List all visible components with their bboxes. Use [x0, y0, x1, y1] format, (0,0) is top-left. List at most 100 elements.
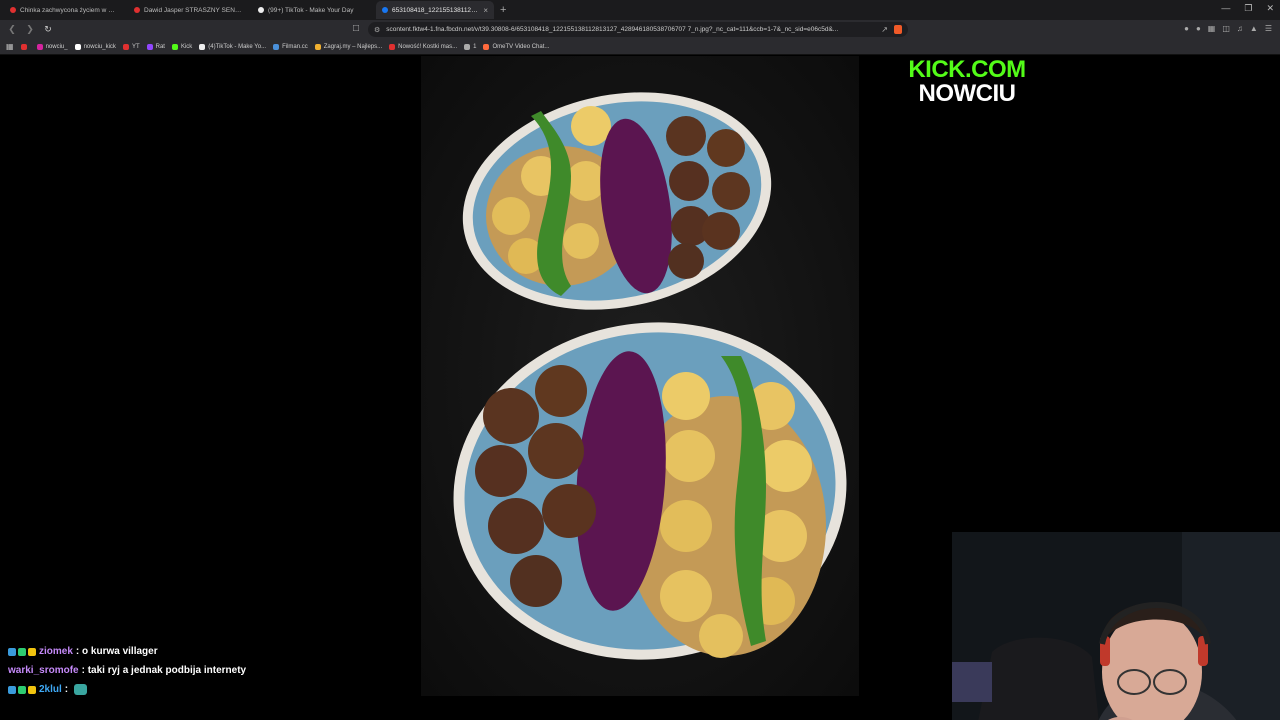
music-icon[interactable]: ♫ — [1237, 24, 1243, 33]
new-tab-button[interactable]: + — [500, 4, 506, 16]
share-icon[interactable]: ↗ — [881, 25, 888, 34]
close-icon[interactable]: ✕ — [1266, 3, 1274, 14]
bookmark-item[interactable]: (4)TikTok - Make Yo... — [199, 43, 267, 50]
chat-badges — [8, 685, 36, 694]
bookmark-favicon-icon — [464, 43, 471, 50]
tab-favicon-icon — [258, 7, 264, 13]
bookmark-favicon-icon — [171, 43, 178, 50]
bookmark-favicon-icon — [483, 43, 490, 50]
bookmark-item[interactable] — [20, 43, 30, 50]
tab-favicon-icon — [134, 7, 140, 13]
badge-icon — [18, 685, 26, 694]
forward-icon[interactable]: ❯ — [24, 24, 36, 35]
tab[interactable]: Dawid Jasper STRASZNY SEN - MAFIA — [128, 1, 248, 19]
logo-line2: NOWCIU — [918, 80, 1016, 107]
tab-label: (99+) TikTok - Make Your Day — [268, 6, 354, 14]
menu-icon[interactable]: ☰ — [1265, 24, 1272, 33]
bookmark-favicon-icon — [389, 43, 396, 50]
tab-label: 653108418_1221551381128131 — [392, 6, 480, 14]
badge-icon — [18, 647, 26, 656]
bookmark-label: (4)TikTok - Make Yo... — [208, 43, 267, 50]
bookmark-favicon-icon — [146, 43, 153, 50]
chat-overlay: ziomek: o kurwa villager warki_sromofe: t… — [8, 642, 408, 699]
bookmark-label: Nowość! Kostki mas... — [398, 43, 458, 50]
bookmark-label: nowciu_ — [45, 43, 68, 50]
badge-icon — [8, 647, 16, 656]
bookmark-item[interactable]: Zagraj.my – Najleps... — [314, 43, 383, 50]
restore-icon[interactable]: ❐ — [1244, 3, 1252, 14]
bookmark-label: Kick — [180, 43, 193, 50]
emote-icon — [74, 684, 88, 695]
wallet-icon[interactable]: ▲ — [1250, 24, 1258, 33]
bookmark-favicon-icon — [74, 43, 81, 50]
chat-text: : o kurwa villager — [75, 646, 158, 657]
chat-text: : taki ryj a jednak podbija internety — [81, 665, 247, 676]
bookmark-label: nowciu_kick — [83, 43, 116, 50]
bookmark-favicon-icon — [20, 43, 27, 50]
extension-icon[interactable]: ● — [1184, 24, 1189, 33]
kick-logo: KICK.COM NOWCIU — [902, 58, 1032, 106]
streamer-camera-image — [952, 532, 1280, 720]
tab-close-icon[interactable]: × — [483, 6, 488, 15]
bookmark-label: 1 — [473, 43, 477, 50]
chat-username[interactable]: 2klul — [39, 684, 62, 695]
address-bar[interactable]: ⚙ scontent.fktw4-1.fna.fbcdn.net/v/t39.3… — [368, 22, 908, 37]
puzzle-icon[interactable]: ▦ — [1208, 24, 1216, 33]
tab-active[interactable]: 653108418_1221551381128131 × — [376, 1, 494, 19]
tab-favicon-icon — [10, 7, 16, 13]
chat-text: : — [64, 684, 69, 695]
bookmark-icon[interactable]: □ — [353, 23, 359, 34]
reload-icon[interactable]: ↻ — [42, 24, 54, 35]
tab-strip: Chinka zachwycona życiem w Polsce Dawid J… — [0, 0, 1280, 20]
tab-label: Chinka zachwycona życiem w Polsce — [20, 6, 118, 14]
chat-badges — [8, 647, 36, 656]
bookmark-label: OmeTV Video Chat... — [492, 43, 550, 50]
bookmark-item[interactable]: Rat — [146, 43, 165, 50]
site-info-icon[interactable]: ⚙ — [374, 26, 380, 34]
bookmark-label: Rat — [155, 43, 165, 50]
tab-list: Chinka zachwycona życiem w Polsce Dawid J… — [0, 0, 494, 20]
tab[interactable]: Chinka zachwycona życiem w Polsce — [4, 1, 124, 19]
badge-icon — [8, 685, 16, 694]
bookmarks-bar: ▦ nowciu_ nowciu_kick YT Rat Kick (4)TikTok -… — [0, 39, 1280, 55]
tab-label: Dawid Jasper STRASZNY SEN - MAFIA — [144, 6, 242, 14]
bookmark-favicon-icon — [273, 43, 280, 50]
sidebar-icon[interactable]: ◫ — [1222, 24, 1230, 33]
bookmark-favicon-icon — [314, 43, 321, 50]
badge-icon — [28, 685, 36, 694]
bookmark-favicon-icon — [122, 43, 129, 50]
tab-favicon-icon — [382, 7, 388, 13]
badge-icon — [28, 647, 36, 656]
browser-toolbar: ❮ ❯ ↻ □ ⚙ scontent.fktw4-1.fna.fbcdn.net… — [0, 20, 1280, 39]
chat-message: warki_sromofe: taki ryj a jednak podbija… — [8, 661, 408, 680]
bookmark-label: Zagraj.my – Najleps... — [323, 43, 383, 50]
chat-message: ziomek: o kurwa villager — [8, 642, 408, 661]
bookmark-item[interactable]: Filman.cc — [273, 43, 308, 50]
logo-line1: KICK.COM — [908, 56, 1026, 83]
back-icon[interactable]: ❮ — [6, 24, 18, 35]
window-controls: — ❐ ✕ — [1221, 3, 1274, 14]
bookmark-item[interactable]: 1 — [464, 43, 477, 50]
bookmark-item[interactable]: nowciu_ — [36, 43, 68, 50]
bookmark-item[interactable]: OmeTV Video Chat... — [483, 43, 550, 50]
chat-username[interactable]: ziomek — [39, 646, 73, 657]
brave-shields-icon[interactable] — [894, 25, 902, 34]
webcam-overlay — [952, 532, 1280, 720]
chat-message: 2klul: — [8, 680, 408, 699]
bookmark-label: Filman.cc — [282, 43, 308, 50]
bookmark-favicon-icon — [36, 43, 43, 50]
apps-grid-icon[interactable]: ▦ — [6, 42, 14, 51]
chat-username[interactable]: warki_sromofe — [8, 665, 79, 676]
extension-icon[interactable]: ● — [1196, 24, 1201, 33]
bookmark-item[interactable]: Nowość! Kostki mas... — [389, 43, 458, 50]
bookmark-label: YT — [131, 43, 140, 50]
url-text[interactable]: scontent.fktw4-1.fna.fbcdn.net/v/t39.308… — [386, 26, 875, 33]
bookmark-item[interactable]: Kick — [171, 43, 193, 50]
tab[interactable]: (99+) TikTok - Make Your Day — [252, 1, 372, 19]
bookmark-item[interactable]: YT — [122, 43, 140, 50]
extensions-area: ● ● ▦ ◫ ♫ ▲ ☰ — [1184, 24, 1272, 33]
bookmark-item[interactable]: nowciu_kick — [74, 43, 116, 50]
minimize-icon[interactable]: — — [1221, 3, 1230, 14]
bookmark-favicon-icon — [199, 43, 206, 50]
dinner-plates-image — [421, 56, 859, 696]
